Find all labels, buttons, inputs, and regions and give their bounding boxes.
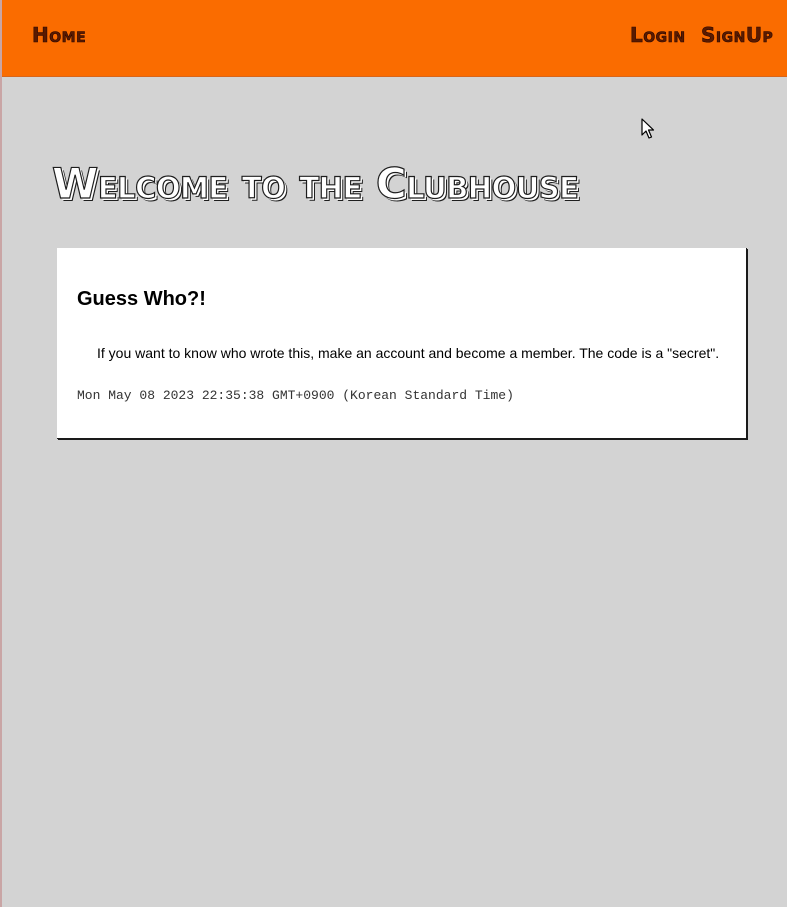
top-navbar: Home Login SignUp — [2, 0, 787, 77]
window-left-edge — [0, 0, 2, 907]
nav-login-link[interactable]: Login — [630, 24, 686, 47]
mouse-pointer-icon — [641, 118, 655, 139]
message-card: Guess Who?! If you want to know who wrot… — [57, 248, 747, 439]
message-text: If you want to know who wrote this, make… — [97, 345, 720, 361]
nav-signup-link[interactable]: SignUp — [701, 24, 773, 47]
message-timestamp: Mon May 08 2023 22:35:38 GMT+0900 (Korea… — [77, 388, 514, 403]
page-title: Welcome to the Clubhouse — [51, 159, 579, 208]
nav-home-link[interactable]: Home — [32, 24, 86, 47]
message-title: Guess Who?! — [77, 288, 206, 310]
